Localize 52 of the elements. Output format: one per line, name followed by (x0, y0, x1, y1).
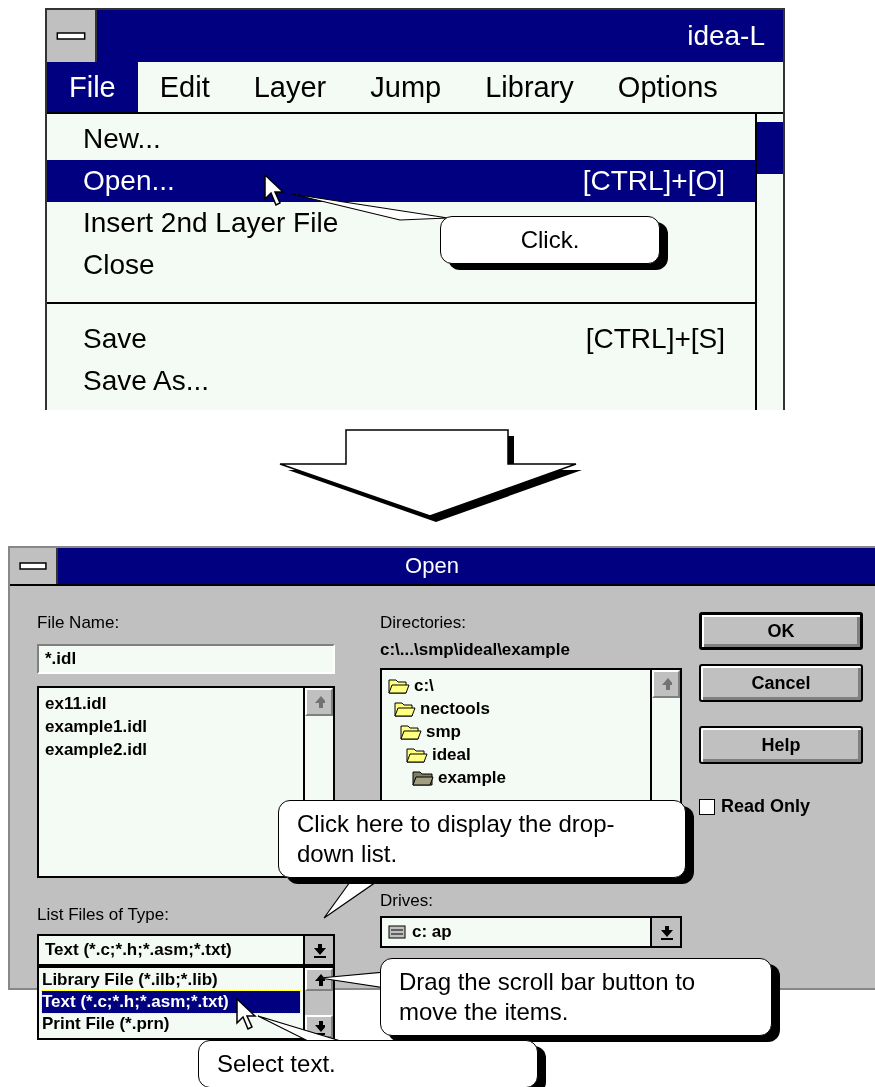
scrollbar-track[interactable] (305, 991, 333, 1015)
menu-item[interactable]: Insert 2nd Layer File (47, 202, 369, 244)
field-label: Drives: (380, 890, 434, 912)
folder-item[interactable]: c:\ (388, 674, 434, 697)
drives-dropdown[interactable]: c: ap (380, 916, 682, 948)
field-label: List Files of Type: (37, 904, 170, 926)
menu-bar-item[interactable]: Library (463, 62, 596, 112)
menu-item[interactable]: Open... [CTRL]+[O] (47, 160, 755, 202)
folder-item[interactable]: smp (400, 720, 461, 743)
menu-bar-item[interactable]: File (47, 62, 138, 112)
folder-item[interactable]: nectools (394, 697, 490, 720)
scroll-up-button[interactable] (305, 968, 333, 991)
folder-icon (388, 676, 410, 695)
menu-bar-item[interactable]: Jump (348, 62, 464, 112)
dropdown-option[interactable]: Text (*.c;*.h;*.asm;*.txt) (42, 991, 300, 1013)
pointer-icon (264, 174, 288, 208)
up-arrow-icon (660, 676, 672, 692)
drive-icon (388, 925, 406, 939)
dialog-button[interactable]: Cancel (699, 664, 863, 702)
directory-path: c:\...\smp\ideal\example (380, 639, 571, 661)
dropdown-option[interactable]: Library File (*.ilb;*.lib) (42, 969, 300, 991)
up-arrow-icon (313, 694, 325, 710)
background-window-bar (757, 122, 783, 174)
folder-icon (400, 722, 422, 741)
down-arrow-icon (312, 942, 326, 958)
menu-bar-item[interactable]: Options (595, 62, 740, 112)
folder-item[interactable]: ideal (406, 743, 471, 766)
dialog-title: Open (404, 553, 460, 579)
folder-icon (406, 745, 428, 764)
dialog-button[interactable]: Help (699, 726, 863, 764)
menu-bar-item[interactable]: Layer (231, 62, 349, 112)
folder-icon (412, 768, 434, 787)
read-only-checkbox[interactable] (699, 798, 715, 815)
menu-bar-item[interactable]: Edit (137, 62, 232, 112)
folder-icon (394, 699, 416, 718)
window-title: idea-L (687, 20, 765, 52)
file-name-field[interactable]: *.idl (37, 644, 335, 674)
menu-item[interactable]: Save As... (47, 360, 240, 402)
dialog-button[interactable]: OK (699, 612, 863, 650)
list-entry[interactable]: example1.idl (45, 715, 297, 738)
folder-item[interactable]: example (412, 766, 507, 789)
down-arrow-icon (659, 924, 673, 940)
list-entry[interactable]: ex11.idl (45, 692, 297, 715)
field-label: File Name: (37, 612, 121, 634)
field-label: Directories: (380, 612, 467, 634)
checkbox-label: Read Only (721, 796, 811, 817)
menu-item[interactable]: Save [CTRL]+[S] (47, 318, 755, 360)
list-entry[interactable]: example2.idl (45, 738, 297, 761)
pointer-icon (236, 998, 260, 1032)
menu-item[interactable]: Close (47, 244, 185, 286)
down-arrow-icon (313, 1018, 325, 1035)
menu-item[interactable]: New... (47, 118, 191, 160)
